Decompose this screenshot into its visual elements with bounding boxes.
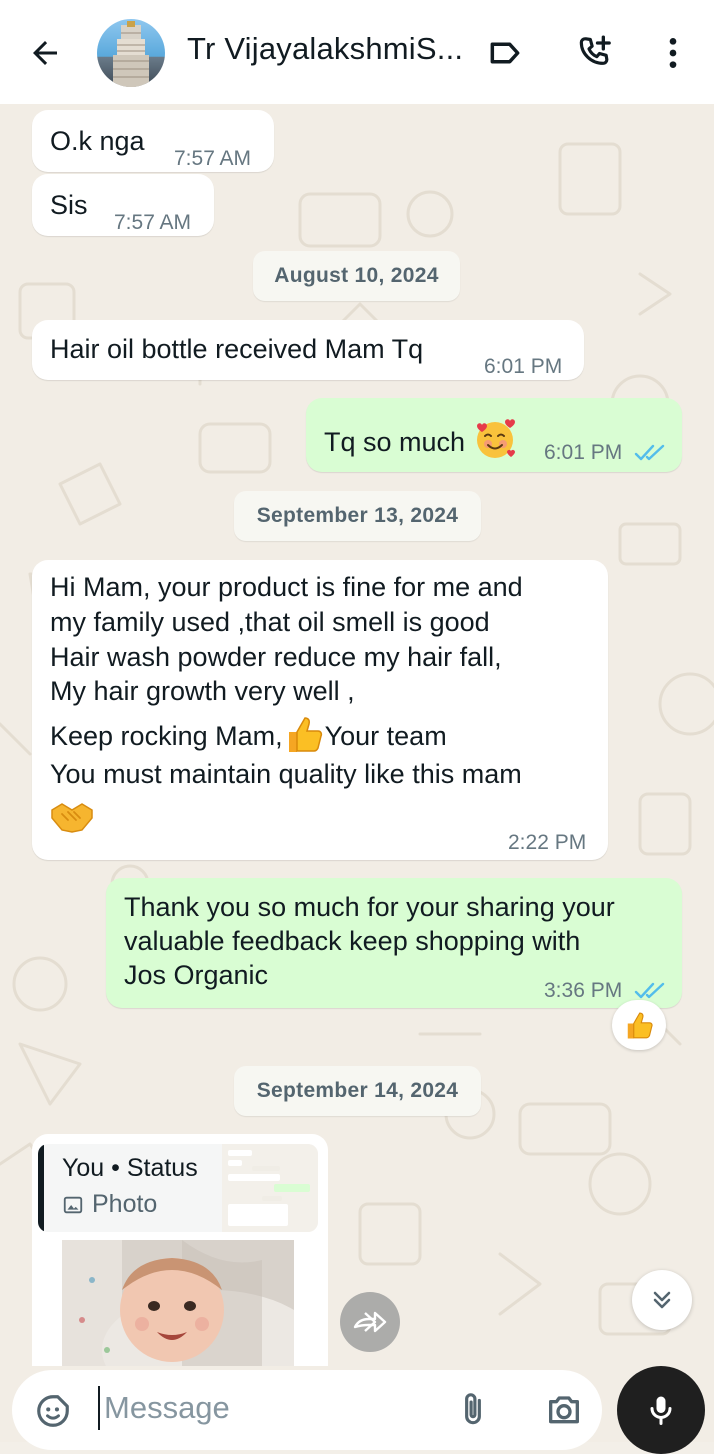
quoted-status-type: Photo — [92, 1190, 158, 1218]
chat-area[interactable]: O.k nga 7:57 AM Sis 7:57 AM August 10, 2… — [0, 104, 714, 1366]
forward-button[interactable] — [340, 1292, 400, 1352]
smiling-face-with-hearts-icon — [473, 418, 517, 470]
message-time-text: 3:36 PM — [544, 979, 623, 1002]
chevron-double-down-icon — [653, 1291, 671, 1309]
message-time: 6:01 PM — [544, 436, 666, 470]
double-check-read-icon — [634, 983, 665, 999]
more-options-icon[interactable] — [648, 28, 698, 78]
quote-accent-bar — [38, 1144, 44, 1232]
message-line: Jos Organic — [124, 960, 269, 990]
status-reply-message[interactable]: You • Status Photo — [32, 1134, 328, 1366]
incoming-message[interactable]: Hi Mam, your product is fine for me and … — [32, 560, 608, 860]
message-input[interactable] — [98, 1386, 424, 1430]
quoted-status-subtitle: Photo — [62, 1190, 157, 1219]
microphone-icon — [650, 1396, 672, 1425]
attach-icon[interactable] — [454, 1390, 492, 1435]
message-text: O.k nga — [50, 126, 145, 156]
double-check-read-icon — [634, 445, 665, 461]
message-line: Hair wash powder reduce my hair fall, — [50, 642, 502, 672]
image-icon — [63, 1196, 83, 1213]
message-text: Tq so much — [324, 418, 517, 470]
message-time: 6:01 PM — [484, 355, 563, 378]
thumbs-up-icon — [283, 714, 325, 762]
outgoing-message[interactable]: Thank you so much for your sharing your … — [106, 878, 682, 1008]
message-text-content: Tq so much — [324, 427, 466, 458]
thumbs-up-icon — [627, 1012, 653, 1039]
add-call-icon[interactable] — [570, 28, 620, 78]
message-line: my family used ,that oil smell is good — [50, 607, 490, 637]
outgoing-message[interactable]: Tq so much 6:01 PM — [306, 398, 682, 472]
date-divider: August 10, 2024 — [253, 251, 460, 301]
message-time: 7:57 AM — [174, 147, 252, 170]
quoted-status-title: You • Status — [62, 1154, 198, 1182]
contact-name[interactable]: Tr VijayalakshmiS... — [187, 31, 463, 67]
voice-message-button[interactable] — [617, 1366, 705, 1454]
message-line: You must maintain quality like this mam — [50, 759, 522, 789]
composer-bar — [0, 1366, 714, 1454]
message-line: My hair growth very well , — [50, 676, 355, 706]
message-text: Hair oil bottle received Mam Tq — [50, 334, 424, 364]
message-line: Your team — [324, 721, 447, 752]
camera-icon[interactable] — [544, 1390, 584, 1435]
message-line: Keep rocking Mam, — [50, 721, 283, 752]
message-time: 7:57 AM — [114, 211, 192, 234]
contact-avatar[interactable] — [97, 19, 165, 87]
status-thumbnail — [222, 1144, 318, 1232]
status-photo[interactable] — [62, 1240, 294, 1366]
handshake-icon — [50, 796, 94, 844]
incoming-message[interactable]: Hair oil bottle received Mam Tq 6:01 PM — [32, 320, 584, 380]
message-text: Sis — [50, 190, 88, 220]
message-line: valuable feedback keep shopping with — [124, 926, 581, 956]
chat-header: Tr VijayalakshmiS... — [0, 0, 714, 104]
message-line-with-emoji: Keep rocking Mam, Your team — [50, 714, 447, 762]
message-time-text: 6:01 PM — [544, 441, 623, 464]
incoming-message[interactable]: O.k nga 7:57 AM — [32, 110, 274, 172]
date-divider: September 13, 2024 — [234, 491, 481, 541]
date-divider: September 14, 2024 — [234, 1066, 481, 1116]
message-line: Hi Mam, your product is fine for me and — [50, 572, 523, 602]
reaction-badge[interactable] — [612, 1000, 666, 1050]
message-line: Thank you so much for your sharing your — [124, 892, 615, 922]
message-time: 2:22 PM — [508, 831, 587, 854]
label-icon[interactable] — [480, 28, 530, 78]
back-arrow-icon[interactable] — [22, 30, 68, 76]
message-box[interactable] — [12, 1370, 602, 1450]
forward-icon — [353, 1311, 387, 1333]
emoji-sticker-icon[interactable] — [34, 1392, 72, 1435]
quoted-status[interactable]: You • Status Photo — [38, 1144, 318, 1232]
incoming-message[interactable]: Sis 7:57 AM — [32, 174, 214, 236]
scroll-to-bottom-button[interactable] — [632, 1270, 692, 1330]
